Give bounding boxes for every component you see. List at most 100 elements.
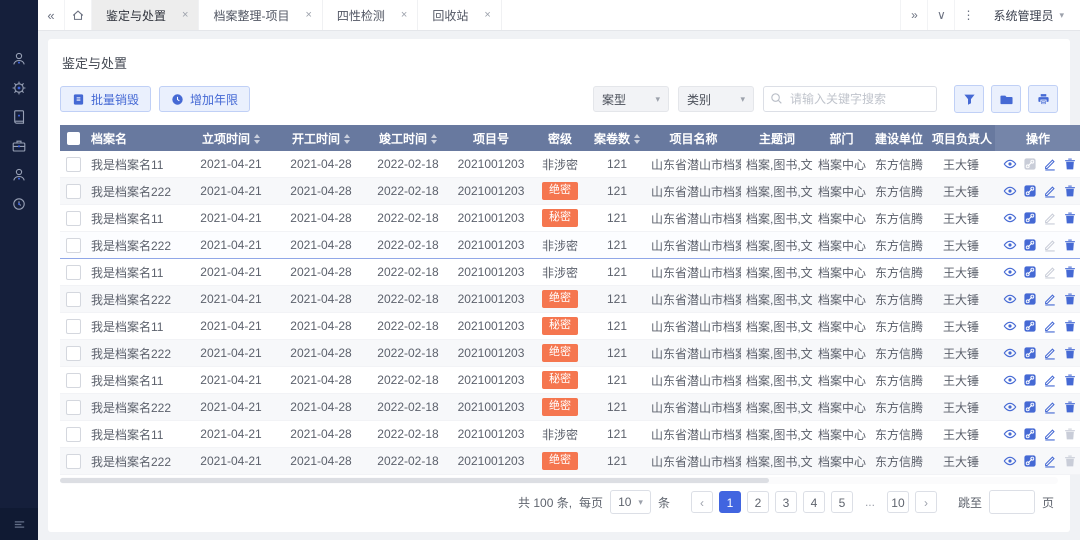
- link-icon[interactable]: [1023, 238, 1037, 252]
- print-button[interactable]: [1028, 85, 1058, 113]
- edit-icon[interactable]: [1043, 400, 1057, 414]
- more-options-icon[interactable]: ⋮: [954, 0, 981, 30]
- page-button-10[interactable]: 10: [887, 491, 909, 513]
- view-icon[interactable]: [1003, 346, 1017, 360]
- delete-icon[interactable]: [1063, 292, 1077, 306]
- user-menu[interactable]: 系统管理员 ▾: [981, 7, 1080, 24]
- scrollbar-thumb[interactable]: [60, 478, 769, 483]
- link-icon[interactable]: [1023, 265, 1037, 279]
- row-checkbox[interactable]: [66, 157, 81, 172]
- sidebar-item-library[interactable]: [0, 102, 38, 131]
- row-checkbox[interactable]: [66, 184, 81, 199]
- table-row[interactable]: 我是档案名2222021-04-212021-04-282022-02-1820…: [60, 178, 1080, 205]
- row-checkbox[interactable]: [66, 211, 81, 226]
- table-row[interactable]: 我是档案名2222021-04-212021-04-282022-02-1820…: [60, 340, 1080, 367]
- link-icon[interactable]: [1023, 454, 1037, 468]
- edit-icon[interactable]: [1043, 319, 1057, 333]
- delete-icon[interactable]: [1063, 265, 1077, 279]
- home-icon[interactable]: [65, 0, 92, 30]
- table-row[interactable]: 我是档案名112021-04-212021-04-282022-02-18202…: [60, 421, 1080, 448]
- sidebar-item-history[interactable]: [0, 189, 38, 218]
- row-checkbox[interactable]: [66, 346, 81, 361]
- close-icon[interactable]: ×: [182, 9, 188, 21]
- table-row[interactable]: 我是档案名112021-04-212021-04-282022-02-18202…: [60, 151, 1080, 178]
- row-checkbox[interactable]: [66, 292, 81, 307]
- link-icon[interactable]: [1023, 319, 1037, 333]
- view-icon[interactable]: [1003, 184, 1017, 198]
- tab-3[interactable]: 回收站×: [418, 0, 501, 30]
- row-checkbox[interactable]: [66, 454, 81, 469]
- edit-icon[interactable]: [1043, 346, 1057, 360]
- table-row[interactable]: 我是档案名2222021-04-212021-04-282022-02-1820…: [60, 448, 1080, 475]
- view-icon[interactable]: [1003, 454, 1017, 468]
- collapse-menu-icon[interactable]: «: [38, 0, 65, 30]
- table-row[interactable]: 我是档案名112021-04-212021-04-282022-02-18202…: [60, 367, 1080, 394]
- link-icon[interactable]: [1023, 427, 1037, 441]
- close-icon[interactable]: ×: [484, 9, 490, 21]
- category-select[interactable]: 类别 ▾: [678, 86, 754, 112]
- per-page-select[interactable]: 10 ▾: [610, 490, 651, 514]
- table-row[interactable]: 我是档案名112021-04-212021-04-282022-02-18202…: [60, 259, 1080, 286]
- link-icon[interactable]: [1023, 400, 1037, 414]
- row-checkbox[interactable]: [66, 319, 81, 334]
- row-checkbox[interactable]: [66, 400, 81, 415]
- link-icon[interactable]: [1023, 346, 1037, 360]
- edit-icon[interactable]: [1043, 454, 1057, 468]
- view-icon[interactable]: [1003, 400, 1017, 414]
- tab-2[interactable]: 四性检测×: [323, 0, 418, 30]
- sidebar-item-projects[interactable]: [0, 131, 38, 160]
- row-checkbox[interactable]: [66, 427, 81, 442]
- edit-icon[interactable]: [1043, 157, 1057, 171]
- page-button-2[interactable]: 2: [747, 491, 769, 513]
- export-button[interactable]: [991, 85, 1021, 113]
- row-checkbox[interactable]: [66, 373, 81, 388]
- batch-destroy-button[interactable]: 批量销毁: [60, 86, 151, 112]
- view-icon[interactable]: [1003, 292, 1017, 306]
- page-button-1[interactable]: 1: [719, 491, 741, 513]
- table-row[interactable]: 我是档案名112021-04-212021-04-282022-02-18202…: [60, 205, 1080, 232]
- sidebar-item-settings[interactable]: [0, 73, 38, 102]
- view-icon[interactable]: [1003, 373, 1017, 387]
- table-row[interactable]: 我是档案名112021-04-212021-04-282022-02-18202…: [60, 313, 1080, 340]
- delete-icon[interactable]: [1063, 184, 1077, 198]
- delete-icon[interactable]: [1063, 346, 1077, 360]
- link-icon[interactable]: [1023, 373, 1037, 387]
- sort-icon[interactable]: [344, 134, 350, 144]
- delete-icon[interactable]: [1063, 238, 1077, 252]
- select-all-checkbox[interactable]: [67, 132, 80, 145]
- row-checkbox[interactable]: [66, 265, 81, 280]
- page-button-3[interactable]: 3: [775, 491, 797, 513]
- delete-icon[interactable]: [1063, 211, 1077, 225]
- add-years-button[interactable]: 增加年限: [159, 86, 250, 112]
- case-type-select[interactable]: 案型 ▾: [593, 86, 669, 112]
- link-icon[interactable]: [1023, 292, 1037, 306]
- sort-icon[interactable]: [254, 134, 260, 144]
- tab-1[interactable]: 档案整理-项目×: [199, 0, 322, 30]
- delete-icon[interactable]: [1063, 157, 1077, 171]
- sidebar-collapse-button[interactable]: [0, 508, 38, 540]
- sort-icon[interactable]: [634, 134, 640, 144]
- link-icon[interactable]: [1023, 184, 1037, 198]
- tab-0[interactable]: 鉴定与处置×: [92, 0, 199, 30]
- sidebar-item-archives[interactable]: [0, 44, 38, 73]
- table-row[interactable]: 我是档案名2222021-04-212021-04-282022-02-1820…: [60, 286, 1080, 313]
- edit-icon[interactable]: [1043, 427, 1057, 441]
- delete-icon[interactable]: [1063, 373, 1077, 387]
- view-icon[interactable]: [1003, 238, 1017, 252]
- view-icon[interactable]: [1003, 427, 1017, 441]
- search-input[interactable]: [763, 86, 937, 112]
- delete-icon[interactable]: [1063, 319, 1077, 333]
- view-icon[interactable]: [1003, 265, 1017, 279]
- page-button-5[interactable]: 5: [831, 491, 853, 513]
- view-icon[interactable]: [1003, 319, 1017, 333]
- sort-icon[interactable]: [431, 134, 437, 144]
- edit-icon[interactable]: [1043, 184, 1057, 198]
- close-icon[interactable]: ×: [305, 9, 311, 21]
- chevron-down-icon[interactable]: ∨: [927, 0, 954, 30]
- row-checkbox[interactable]: [66, 238, 81, 253]
- table-row[interactable]: 我是档案名2222021-04-212021-04-282022-02-1820…: [60, 394, 1080, 421]
- link-icon[interactable]: [1023, 211, 1037, 225]
- sidebar-item-users[interactable]: [0, 160, 38, 189]
- prev-page-button[interactable]: ‹: [691, 491, 713, 513]
- delete-icon[interactable]: [1063, 400, 1077, 414]
